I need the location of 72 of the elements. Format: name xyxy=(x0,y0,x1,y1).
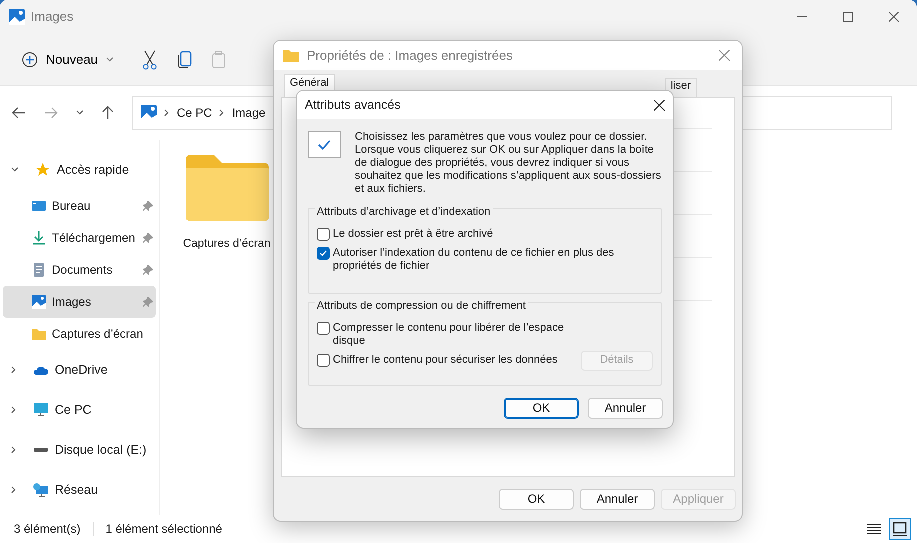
chevron-right-icon xyxy=(219,109,226,117)
list-icon xyxy=(867,523,881,535)
sidebar-item[interactable]: Téléchargemen xyxy=(3,222,156,254)
sidebar-item[interactable]: Réseau xyxy=(3,470,156,510)
checkbox[interactable] xyxy=(317,246,330,260)
tab[interactable]: liser xyxy=(664,78,697,97)
chevron-right-icon[interactable] xyxy=(11,406,17,414)
dialog-button[interactable]: OK xyxy=(504,398,579,418)
folder-name[interactable]: Captures d’écran xyxy=(183,236,271,254)
status-text: 3 élément(s) xyxy=(14,521,81,538)
chevron-right-icon[interactable] xyxy=(11,366,17,374)
star-icon xyxy=(35,162,51,178)
copy-icon[interactable] xyxy=(178,50,192,68)
dialog-title: Attributs avancés xyxy=(305,96,401,114)
caret-icon xyxy=(106,56,114,62)
sidebar-item[interactable]: Accès rapide xyxy=(3,150,156,190)
description-text: Choisissez les paramètres que vous voulez pour ce dossier. Lorsque vous cliquerez sur OK ou sur Appliquer dans la boîte de dialogue des propriétés, vous devrez indiquer si vous souhaitez que les modifications s’appliquent aux sous-dossiers et aux fichiers. xyxy=(355,131,662,196)
monitor-icon xyxy=(33,402,49,418)
close-icon[interactable] xyxy=(889,12,899,22)
dialog-button[interactable]: Annuler xyxy=(580,488,655,510)
chevron-right-icon[interactable] xyxy=(11,486,17,494)
sidebar-item[interactable]: Disque local (E:) xyxy=(3,430,156,470)
checkbox[interactable] xyxy=(317,322,330,334)
chevron-down-icon[interactable] xyxy=(76,110,84,116)
image-icon xyxy=(9,9,25,25)
sidebar-item[interactable]: Bureau xyxy=(3,190,156,222)
back-arrow-icon[interactable] xyxy=(12,107,26,119)
checkbox[interactable] xyxy=(317,228,330,240)
details-button: Détails xyxy=(581,350,653,370)
cut-icon[interactable] xyxy=(142,50,158,70)
tiles-view-button[interactable] xyxy=(889,518,911,540)
tiles-icon xyxy=(893,522,907,536)
sidebar-item[interactable]: OneDrive xyxy=(3,350,156,390)
chevron-right-icon[interactable] xyxy=(11,446,17,454)
folder-attributes-icon xyxy=(308,131,341,158)
folder-icon xyxy=(31,326,47,342)
download-icon xyxy=(31,230,47,246)
pin-icon[interactable] xyxy=(143,201,153,211)
group-title: Attributs d’archivage et d’indexation xyxy=(315,204,493,220)
maximize-icon[interactable] xyxy=(843,12,853,22)
network-icon xyxy=(33,482,49,498)
status-text: 1 élément sélectionné xyxy=(106,521,222,538)
checkbox[interactable] xyxy=(317,354,330,366)
window-title: Images xyxy=(31,8,74,26)
pin-icon[interactable] xyxy=(143,265,153,275)
sidebar-item[interactable]: Documents xyxy=(3,254,156,286)
sidebar-item[interactable]: Images xyxy=(3,286,156,318)
desktop-icon xyxy=(31,198,47,214)
plus-icon xyxy=(22,52,38,68)
checkbox-label[interactable]: Le dossier est prêt à être archivé xyxy=(333,228,494,240)
sidebar-item[interactable]: Ce PC xyxy=(3,390,156,430)
checkbox-label[interactable]: Compresser le contenu pour libérer de l’espace disque xyxy=(333,322,578,348)
dialog-button[interactable]: OK xyxy=(499,488,574,510)
sidebar-item[interactable]: Captures d’écran xyxy=(3,318,156,350)
dialog-button[interactable]: Annuler xyxy=(588,398,663,418)
checkbox-label[interactable]: Chiffrer le contenu pour sécuriser les données xyxy=(333,354,558,366)
breadcrumb-item[interactable]: Ce PC xyxy=(177,104,212,122)
dialog-title: Propriétés de : Images enregistrées xyxy=(307,46,513,65)
folder-icon xyxy=(283,49,299,62)
checkbox-label[interactable]: Autoriser l’indexation du contenu de ce fichier en plus des propriétés de fichier xyxy=(333,246,633,272)
new-button[interactable]: Nouveau xyxy=(14,46,122,74)
pin-icon[interactable] xyxy=(143,233,153,243)
document-icon xyxy=(31,262,47,278)
group-title: Attributs de compression ou de chiffrement xyxy=(315,298,528,314)
up-arrow-icon[interactable] xyxy=(102,106,114,120)
breadcrumb-item[interactable]: Image xyxy=(232,104,266,122)
close-icon[interactable] xyxy=(654,100,665,110)
chevron-down-icon[interactable] xyxy=(11,167,19,173)
dialog-button: Appliquer xyxy=(661,488,736,510)
image-icon xyxy=(141,105,157,121)
image-icon xyxy=(31,294,47,310)
chevron-right-icon xyxy=(164,109,170,117)
